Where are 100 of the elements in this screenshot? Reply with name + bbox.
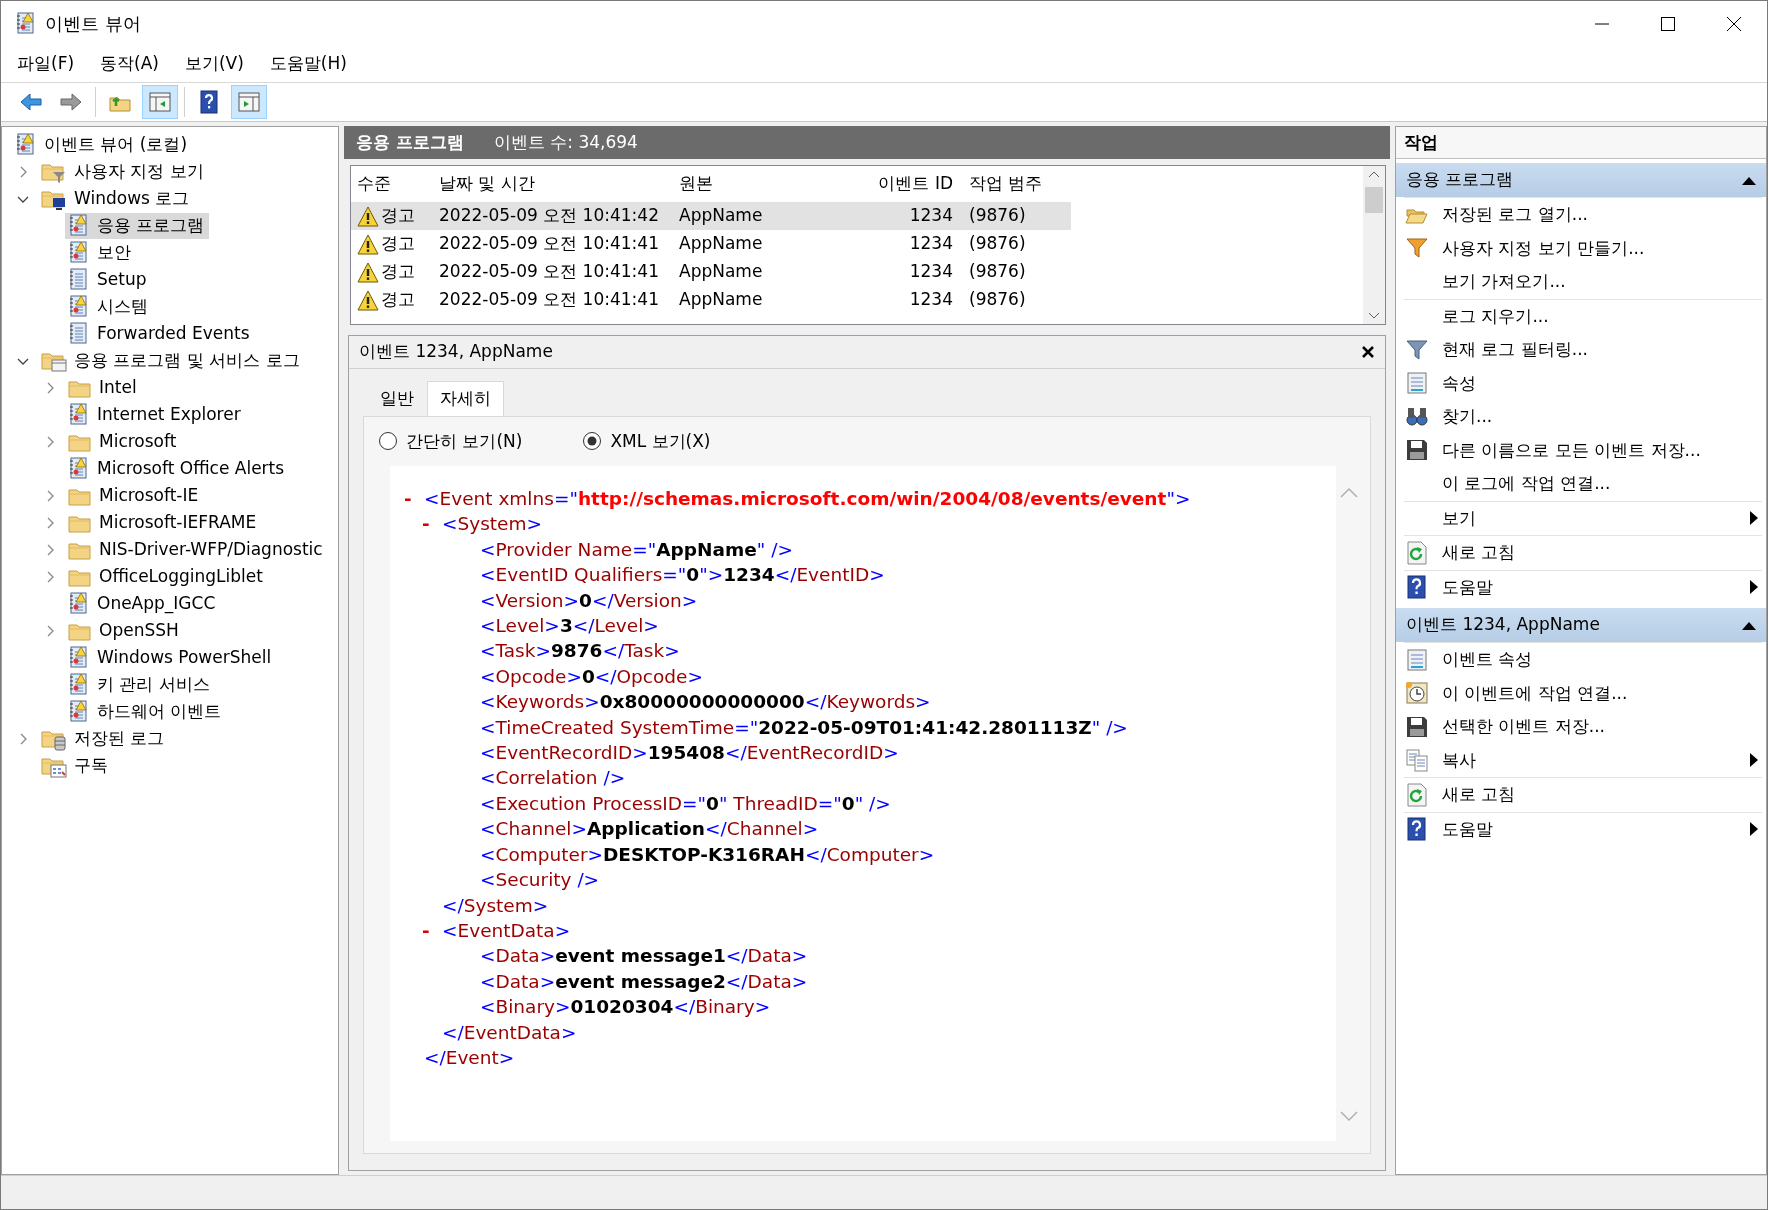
radio-label[interactable]: XML 보기(X) [610, 428, 711, 454]
section-header[interactable]: 이벤트 1234, AppName [1396, 608, 1766, 642]
section-header[interactable]: 응용 프로그램 [1396, 163, 1766, 197]
tree-item[interactable]: 하드웨어 이벤트 [65, 698, 227, 725]
tree-item[interactable]: 이벤트 뷰어 (로컬) [12, 131, 193, 158]
action-item[interactable]: 속성 [1404, 366, 1762, 400]
tree-item[interactable]: 응용 프로그램 [65, 212, 210, 239]
tree-item[interactable]: OfficeLoggingLiblet [65, 563, 268, 590]
scroll-down-icon[interactable] [1368, 312, 1380, 320]
action-item[interactable]: 이 로그에 작업 연결... [1404, 467, 1762, 501]
table-cell-text: (9876) [968, 288, 1027, 312]
xml-line: <TimeCreated SystemTime="2022-05-09T01:41:42.2801113Z" /> [479, 715, 1128, 740]
radio-label[interactable]: 간단히 보기(N) [406, 428, 523, 454]
log-icon [68, 241, 90, 264]
action-item[interactable]: 사용자 지정 보기 만들기... [1404, 231, 1762, 265]
column-header[interactable]: 수준 [351, 171, 431, 197]
submenu-arrow-icon [1750, 753, 1758, 768]
tree-item[interactable]: 응용 프로그램 및 서비스 로그 [38, 347, 305, 374]
collapse-toggle[interactable]: - [422, 919, 430, 941]
pane-toggle-icon [148, 90, 172, 114]
tree-item[interactable]: NIS-Driver-WFP/Diagnostic [65, 536, 328, 563]
action-item[interactable]: 이벤트 속성 [1404, 643, 1762, 677]
close-icon[interactable] [1361, 345, 1375, 359]
pane-toggle-icon [237, 90, 261, 114]
action-item[interactable]: 보기 [1404, 501, 1762, 535]
tree-item[interactable]: Forwarded Events [65, 320, 255, 347]
help-icon [1405, 817, 1429, 842]
close-icon[interactable] [1726, 15, 1742, 32]
action-item[interactable]: 이 이벤트에 작업 연결... [1404, 676, 1762, 710]
action-item[interactable]: 복사 [1404, 743, 1762, 777]
action-item[interactable]: 새로 고침 [1404, 778, 1762, 812]
forward-arrow-icon [59, 90, 83, 114]
tree-item[interactable]: Microsoft-IE [65, 482, 204, 509]
menu-item[interactable]: 동작(A) [90, 49, 169, 79]
action-item[interactable]: 로그 지우기... [1404, 299, 1762, 333]
action-item[interactable]: 보기 가져오기... [1404, 265, 1762, 299]
radio-button[interactable] [378, 431, 398, 452]
tab[interactable]: 일반 [367, 381, 427, 416]
collapse-arrow-icon[interactable] [1742, 175, 1756, 185]
action-item[interactable]: 현재 로그 필터링... [1404, 333, 1762, 367]
maximize-icon[interactable] [1660, 15, 1676, 32]
tab[interactable]: 자세히 [427, 381, 504, 416]
tree-item[interactable]: 시스템 [65, 293, 153, 320]
tree-item[interactable]: Windows 로그 [38, 185, 195, 212]
table-cell-text: 1234 [908, 204, 954, 228]
tree-item[interactable]: Intel [65, 374, 142, 401]
tree-item[interactable]: Setup [65, 266, 152, 293]
xml-line: <Task>9876</Task> [479, 639, 680, 664]
column-header[interactable]: 날짜 및 시간 [431, 171, 671, 197]
column-header[interactable]: 작업 범주 [961, 171, 1066, 197]
radio-button[interactable] [582, 431, 603, 452]
tree-item[interactable]: Microsoft [65, 428, 182, 455]
tree-item[interactable]: Internet Explorer [65, 401, 246, 428]
tree-item[interactable]: Microsoft Office Alerts [65, 455, 290, 482]
log-icon [68, 673, 90, 696]
xml-line: <Computer>DESKTOP-K316RAH</Computer> [479, 842, 935, 867]
column-header[interactable]: 원본 [671, 171, 846, 197]
action-item[interactable]: 도움말 [1404, 570, 1762, 604]
tree-item[interactable]: 구독 [38, 752, 113, 779]
action-item[interactable]: 다른 이름으로 모든 이벤트 저장... [1404, 433, 1762, 467]
column-header[interactable]: 이벤트 ID [846, 171, 961, 197]
tree-item[interactable]: OpenSSH [65, 617, 184, 644]
action-item[interactable]: 찾기... [1404, 400, 1762, 434]
collapse-arrow-icon[interactable] [1742, 620, 1756, 630]
tree-item[interactable]: 키 관리 서비스 [65, 671, 215, 698]
event-row[interactable]: 경고 2022-05-09 오전 10:41:42 AppName 1234 (9876) [351, 202, 1071, 230]
actions-title: 작업 [1396, 127, 1766, 159]
tree-item[interactable]: Windows PowerShell [65, 644, 277, 671]
menu-item[interactable]: 보기(V) [174, 49, 254, 79]
event-row[interactable]: 경고 2022-05-09 오전 10:41:41 AppName 1234 (9876) [351, 286, 1071, 314]
action-item[interactable]: 선택한 이벤트 저장... [1404, 710, 1762, 744]
xml-line: <Correlation /> [479, 766, 626, 791]
scrollbar[interactable] [1363, 166, 1385, 324]
xml-line: <Data>event message1</Data> [479, 944, 808, 969]
menu-item[interactable]: 파일(F) [7, 49, 85, 79]
xml-line: <Level>3</Level> [479, 614, 659, 639]
table-cell-text: (9876) [968, 260, 1027, 284]
tree-item[interactable]: Microsoft-IEFRAME [65, 509, 262, 536]
scrollbar-thumb[interactable] [1365, 187, 1383, 213]
collapse-toggle[interactable]: - [422, 513, 430, 535]
properties-icon [1405, 647, 1429, 672]
action-item[interactable]: 저장된 로그 열기... [1404, 198, 1762, 232]
tree-item[interactable]: OneApp_IGCC [65, 590, 221, 617]
scroll-up-icon[interactable] [1368, 170, 1380, 178]
log-icon [68, 268, 90, 291]
log-icon [68, 457, 90, 480]
menu-item[interactable]: 도움말(H) [259, 49, 357, 79]
action-item[interactable]: 도움말 [1404, 812, 1762, 846]
submenu-arrow-icon [1750, 511, 1758, 526]
event-row[interactable]: 경고 2022-05-09 오전 10:41:41 AppName 1234 (9876) [351, 258, 1071, 286]
action-item[interactable]: 새로 고침 [1404, 536, 1762, 570]
table-cell-text: AppName [678, 260, 764, 284]
collapse-toggle[interactable]: - [404, 488, 412, 509]
clock-icon [1405, 681, 1429, 706]
event-row[interactable]: 경고 2022-05-09 오전 10:41:41 AppName 1234 (9876) [351, 230, 1071, 258]
tree-item[interactable]: 저장된 로그 [38, 725, 170, 752]
xml-line: <Opcode>0</Opcode> [479, 664, 703, 689]
tree-item[interactable]: 보안 [65, 239, 136, 266]
action-label: 보기 가져오기... [1442, 270, 1566, 293]
tree-item[interactable]: 사용자 지정 보기 [38, 158, 209, 185]
